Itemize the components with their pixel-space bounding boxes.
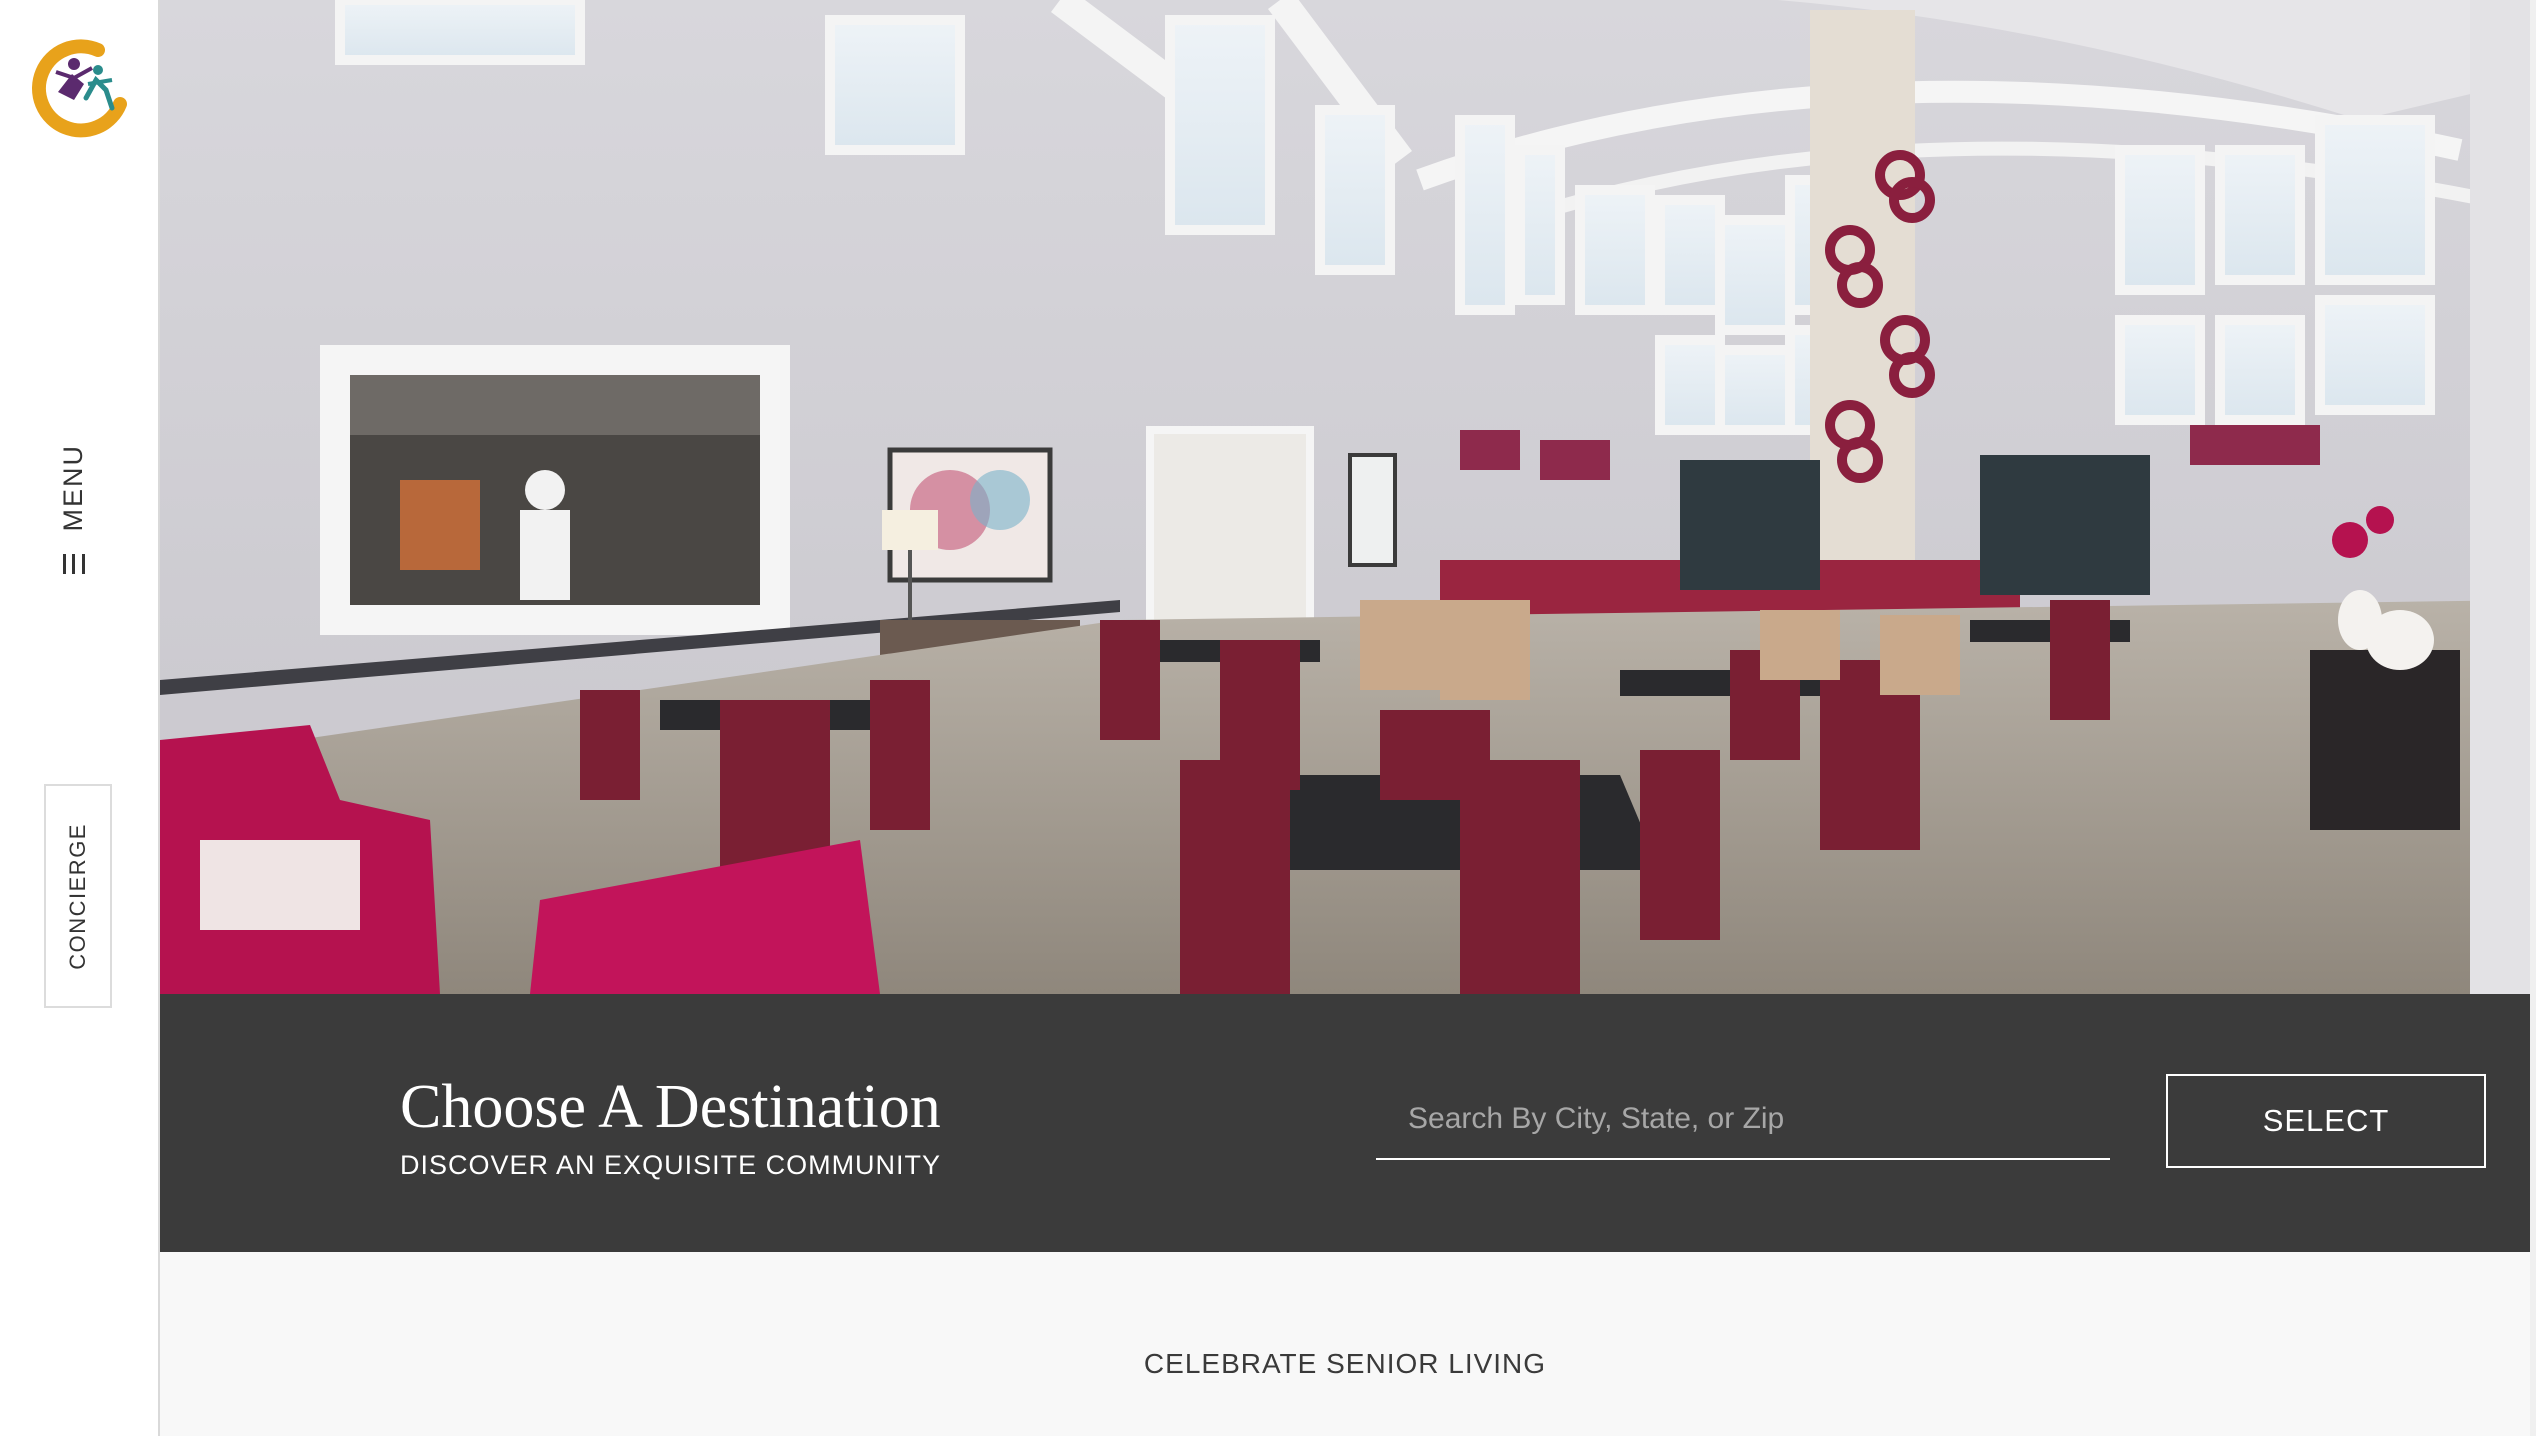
select-button[interactable]: SELECT — [2166, 1074, 2486, 1168]
hamburger-icon — [62, 553, 85, 574]
intro-section: CELEBRATE SENIOR LIVING — [160, 1252, 2530, 1436]
destination-title: Choose A Destination — [400, 1073, 941, 1141]
menu-label: MENU — [58, 444, 88, 532]
community-logo-icon[interactable] — [28, 34, 132, 138]
search-input[interactable] — [1376, 1080, 2110, 1160]
destination-bar: Choose A Destination DISCOVER AN EXQUISI… — [160, 994, 2530, 1252]
concierge-label: CONCIERGE — [65, 822, 90, 970]
menu-toggle[interactable]: MENU — [58, 444, 89, 574]
sidebar: MENU CONCIERGE — [0, 0, 160, 1436]
hero-image — [160, 0, 2530, 994]
scrollbar-track[interactable] — [2530, 0, 2536, 1436]
section-tagline: CELEBRATE SENIOR LIVING — [1143, 1348, 1547, 1379]
destination-subtitle: DISCOVER AN EXQUISITE COMMUNITY — [400, 1150, 942, 1180]
concierge-button[interactable]: CONCIERGE — [44, 784, 112, 1008]
